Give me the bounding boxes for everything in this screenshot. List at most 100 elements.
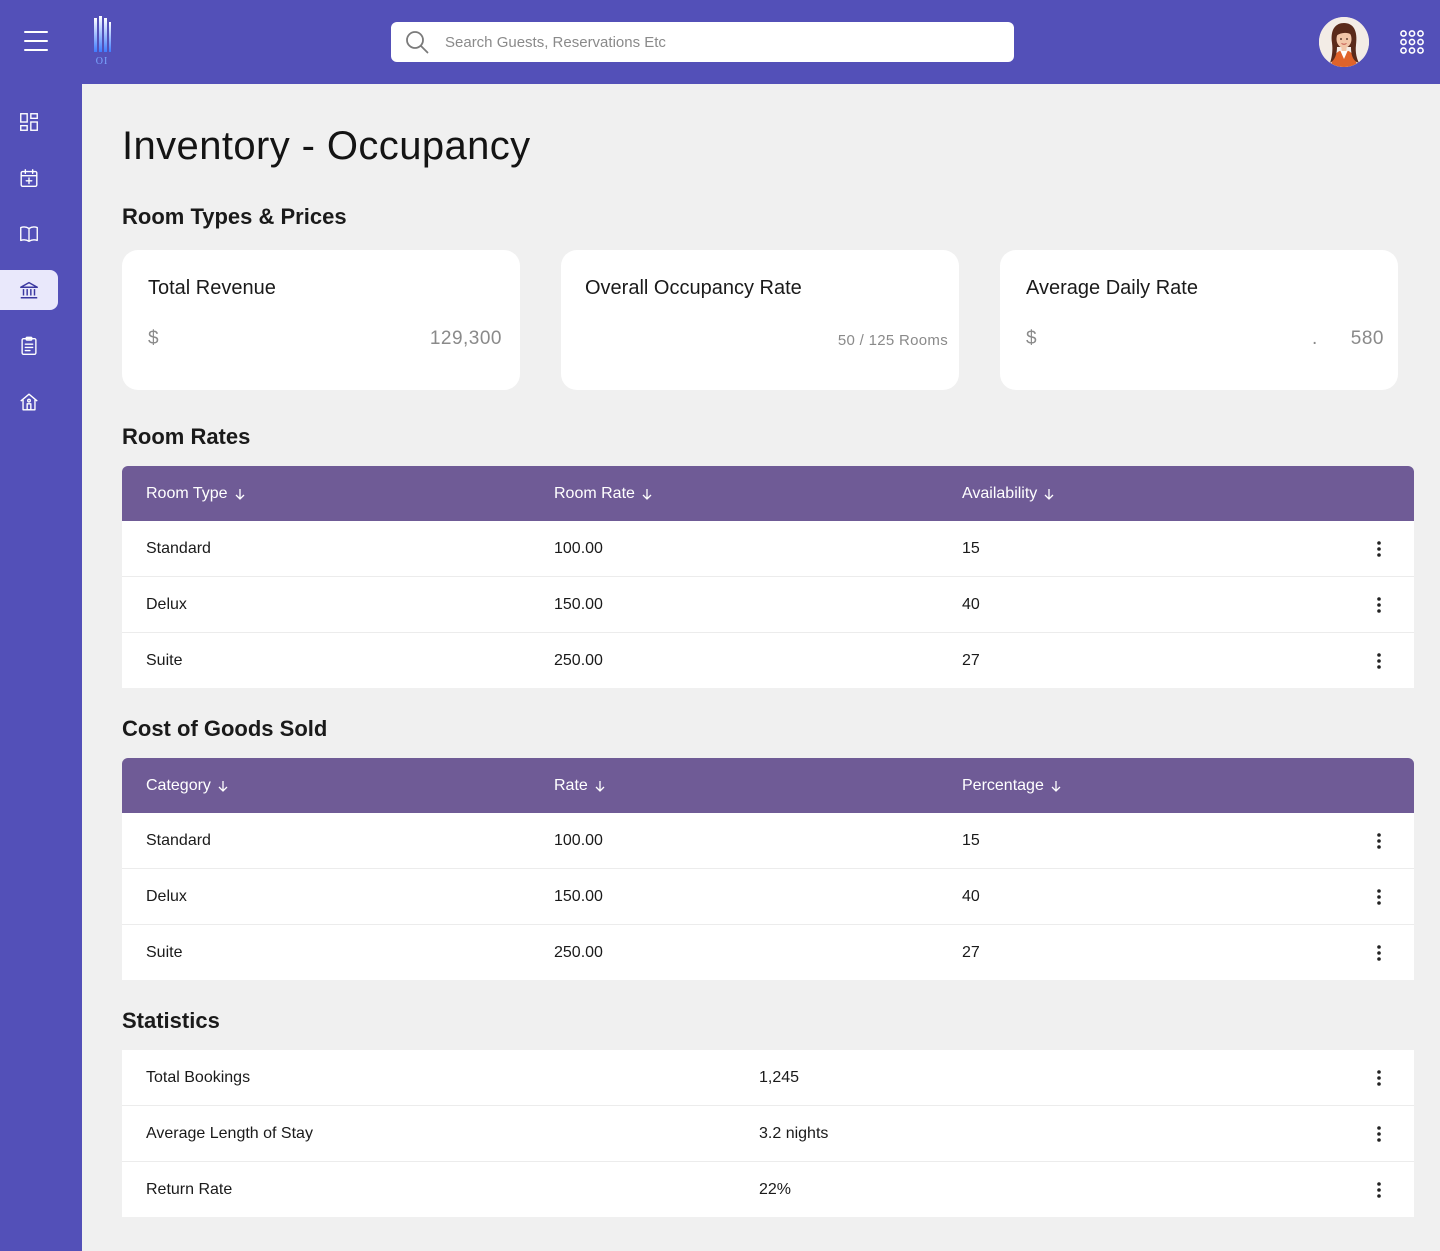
adr-currency: $: [1026, 328, 1037, 349]
top-bar: OI: [0, 0, 1440, 84]
column-header-availability[interactable]: Availability: [962, 466, 1055, 521]
table-header: Category Rate Percentage: [122, 758, 1414, 813]
more-vertical-icon[interactable]: [1369, 943, 1389, 963]
adr-label: Average Daily Rate: [1026, 277, 1198, 299]
table-row: Total Bookings 1,245: [122, 1050, 1414, 1106]
room-rates-title: Room Rates: [122, 424, 251, 449]
room-types-title: Room Types & Prices: [122, 204, 347, 229]
apps-grid-icon[interactable]: [1400, 30, 1424, 54]
total-revenue-card: Total Revenue $ 129,300: [122, 250, 520, 390]
sidebar-item-clipboard[interactable]: [0, 326, 58, 366]
column-header-label: Percentage: [962, 777, 1044, 794]
more-vertical-icon[interactable]: [1369, 887, 1389, 907]
adr-value: 580: [1350, 328, 1384, 349]
total-revenue-label: Total Revenue: [148, 277, 276, 299]
sidebar-item-dashboard[interactable]: [0, 102, 58, 142]
more-vertical-icon[interactable]: [1369, 595, 1389, 615]
column-header-label: Availability: [962, 485, 1038, 502]
table-row: Standard 100.00 15: [122, 521, 1414, 577]
more-vertical-icon[interactable]: [1369, 1068, 1389, 1088]
search-icon: [406, 31, 429, 54]
table-row: Delux 150.00 40: [122, 869, 1414, 925]
more-vertical-icon[interactable]: [1369, 539, 1389, 559]
logo-text: OI: [95, 56, 109, 67]
arrow-down-icon: [1051, 780, 1061, 792]
cell-rate: 250.00: [554, 944, 603, 961]
cell-availability: 27: [962, 652, 980, 669]
more-vertical-icon[interactable]: [1369, 1124, 1389, 1144]
building-logo[interactable]: OI: [90, 16, 116, 68]
home-icon: [20, 393, 38, 411]
column-header-room-rate[interactable]: Room Rate: [554, 466, 653, 521]
more-vertical-icon[interactable]: [1369, 651, 1389, 671]
sidebar-item-bank[interactable]: [0, 270, 58, 310]
page-title: Inventory - Occupancy: [122, 124, 531, 168]
apps-grid-svg: [1400, 30, 1424, 54]
column-header-room-type[interactable]: Room Type: [146, 466, 246, 521]
search-input[interactable]: [445, 30, 985, 54]
stat-value: 1,245: [759, 1069, 800, 1086]
column-header-rate[interactable]: Rate: [554, 758, 606, 813]
clipboard-icon: [21, 336, 37, 355]
column-header-label: Category: [146, 777, 211, 794]
statistics-table: Total Bookings 1,245 Average Length of S…: [122, 1050, 1414, 1217]
adr-card: Average Daily Rate $ . 580: [1000, 250, 1398, 390]
table-row: Return Rate 22%: [122, 1162, 1414, 1217]
cell-rate: 150.00: [554, 888, 603, 905]
cell-percentage: 15: [962, 832, 980, 849]
cell-room-rate: 250.00: [554, 652, 603, 669]
more-vertical-icon[interactable]: [1369, 1180, 1389, 1200]
cell-category: Standard: [146, 832, 211, 849]
cell-rate: 100.00: [554, 832, 603, 849]
cell-availability: 40: [962, 596, 980, 613]
stat-value: 3.2 nights: [759, 1125, 829, 1142]
cell-percentage: 40: [962, 888, 980, 905]
cogs-table: Category Rate Percentage Standard 100.00…: [122, 758, 1414, 980]
cell-room-rate: 150.00: [554, 596, 603, 613]
room-rates-table: Room Type Room Rate Availability Standar…: [122, 466, 1414, 688]
total-revenue-currency: $: [148, 328, 159, 349]
dashboard-icon: [20, 113, 38, 131]
book-icon: [20, 226, 38, 243]
table-row: Suite 250.00 27: [122, 633, 1414, 688]
arrow-down-icon: [1044, 488, 1054, 500]
cell-room-type: Suite: [146, 652, 183, 669]
cell-availability: 15: [962, 540, 980, 557]
search-bar[interactable]: [391, 22, 1014, 62]
cell-category: Suite: [146, 944, 183, 961]
calendar-add-icon: [20, 169, 38, 187]
avatar[interactable]: [1319, 17, 1369, 67]
cell-percentage: 27: [962, 944, 980, 961]
building-logo-icon: [94, 16, 111, 52]
table-row: Suite 250.00 27: [122, 925, 1414, 980]
hamburger-menu-icon[interactable]: [24, 31, 48, 51]
column-header-percentage[interactable]: Percentage: [962, 758, 1062, 813]
arrow-down-icon: [595, 780, 605, 792]
sidebar-item-book[interactable]: [0, 214, 58, 254]
table-header: Room Type Room Rate Availability: [122, 466, 1414, 521]
arrow-down-icon: [235, 488, 244, 500]
cell-room-type: Standard: [146, 540, 211, 557]
occupancy-card: Overall Occupancy Rate 50 / 125 Rooms: [561, 250, 959, 390]
column-header-category[interactable]: Category: [146, 758, 229, 813]
sidebar-item-home[interactable]: [0, 382, 58, 422]
cell-category: Delux: [146, 888, 187, 905]
more-vertical-icon[interactable]: [1369, 831, 1389, 851]
arrow-down-icon: [642, 488, 652, 500]
sidebar-item-calendar[interactable]: [0, 158, 58, 198]
stat-value: 22%: [759, 1181, 792, 1198]
adr-separator: .: [1312, 328, 1318, 349]
bank-icon: [20, 281, 38, 299]
arrow-down-icon: [218, 780, 228, 792]
cell-room-type: Delux: [146, 596, 187, 613]
occupancy-rooms: 50 / 125 Rooms: [837, 332, 948, 349]
total-revenue-value: 129,300: [429, 328, 502, 349]
stat-label: Total Bookings: [146, 1069, 251, 1086]
occupancy-label: Overall Occupancy Rate: [585, 277, 802, 299]
column-header-label: Room Rate: [554, 485, 635, 502]
cogs-title: Cost of Goods Sold: [122, 716, 328, 741]
statistics-title: Statistics: [122, 1008, 220, 1033]
table-row: Delux 150.00 40: [122, 577, 1414, 633]
stat-label: Return Rate: [146, 1181, 233, 1198]
user-avatar-illustration: [1319, 17, 1369, 67]
